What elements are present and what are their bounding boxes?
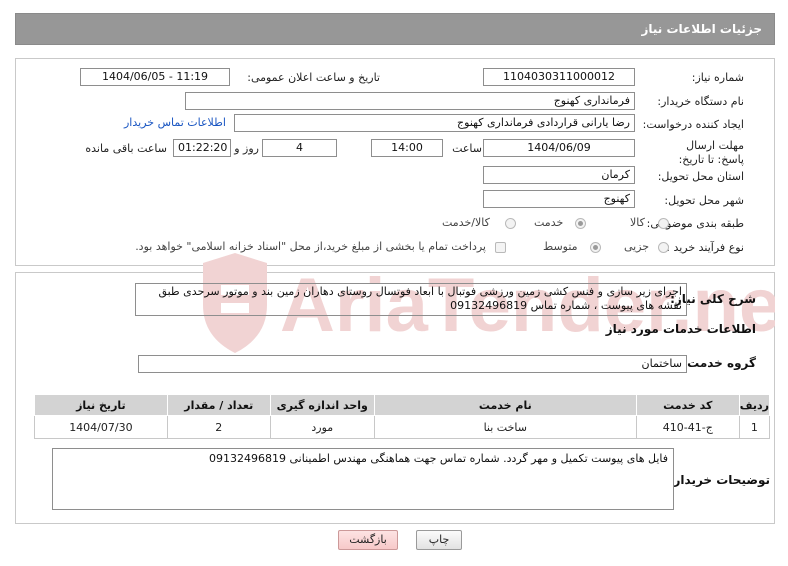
buyer-notes-label: توضیحات خریدار: <box>668 473 770 487</box>
province-field: کرمان <box>483 166 635 184</box>
description-textarea: اجرای زیر سازی و فنس کشی زمین ورزشی فوتب… <box>135 283 687 316</box>
back-button[interactable]: بازگشت <box>338 530 398 550</box>
print-button[interactable]: چاپ <box>416 530 462 550</box>
cell-service-code: ج-41-410 <box>635 415 740 439</box>
services-table: ردیف کد خدمت نام خدمت واحد اندازه گیری ت… <box>34 394 771 439</box>
treasury-note: پرداخت تمام یا بخشی از مبلغ خرید،از محل … <box>135 240 486 253</box>
remaining-label: ساعت باقی مانده <box>85 142 167 155</box>
days-label: روز و <box>234 142 259 155</box>
service-group-label: گروه خدمت: <box>682 356 756 370</box>
service-group-field: ساختمان <box>138 355 687 373</box>
buyer-org-label: نام دستگاه خریدار: <box>657 95 744 108</box>
col-service-name: نام خدمت <box>373 394 637 416</box>
process-radio-minor[interactable] <box>658 242 669 253</box>
page-header: جزئیات اطلاعات نیاز <box>15 13 775 45</box>
cell-quantity: 2 <box>166 415 271 439</box>
category-radio-goods[interactable] <box>658 218 669 229</box>
services-table-header: ردیف کد خدمت نام خدمت واحد اندازه گیری ت… <box>34 394 771 416</box>
services-section-title: اطلاعات خدمات مورد نیاز <box>605 322 756 336</box>
col-row-number: ردیف <box>738 394 771 416</box>
need-number-label: شماره نیاز: <box>691 71 744 84</box>
deadline-date-field: 1404/06/09 <box>483 139 635 157</box>
col-need-date: تاریخ نیاز <box>34 394 168 416</box>
deadline-label: مهلت ارسال پاسخ: تا تاریخ: <box>678 139 744 166</box>
category-option-service: خدمت <box>534 216 564 229</box>
announce-field: 1404/06/05 - 11:19 <box>80 68 230 86</box>
process-label: نوع فرآیند خرید : <box>666 241 744 254</box>
remaining-time-field: 01:22:20 <box>173 139 231 157</box>
days-field: 4 <box>262 139 337 157</box>
buyer-org-field: فرمانداری کهنوج <box>185 92 635 110</box>
process-radio-medium[interactable] <box>590 242 601 253</box>
table-row: 1 ج-41-410 ساخت بنا مورد 2 1404/07/30 <box>34 415 771 439</box>
category-radio-service[interactable] <box>575 218 586 229</box>
category-option-goods-service: کالا/خدمت <box>442 216 490 229</box>
contact-info-link[interactable]: اطلاعات تماس خریدار <box>124 116 226 129</box>
creator-field: رضا یارانی قراردادی فرمانداری کهنوج <box>234 114 635 132</box>
need-number-field: 1104030311000012 <box>483 68 635 86</box>
page-title: جزئیات اطلاعات نیاز <box>641 22 762 36</box>
city-field: کهنوج <box>483 190 635 208</box>
process-option-minor: جزیی <box>624 240 650 253</box>
city-label: شهر محل تحویل: <box>664 194 744 207</box>
col-unit: واحد اندازه گیری <box>269 394 375 416</box>
cell-unit: مورد <box>269 415 375 439</box>
cell-need-date: 1404/07/30 <box>34 415 168 439</box>
cell-row-number: 1 <box>738 415 771 439</box>
buyer-notes-textarea: فایل های پیوست تکمیل و مهر گردد. شماره ت… <box>52 448 674 510</box>
announce-label: تاریخ و ساعت اعلان عمومی: <box>247 71 380 84</box>
col-service-code: کد خدمت <box>635 394 740 416</box>
col-quantity: تعداد / مقدار <box>166 394 271 416</box>
process-option-medium: متوسط <box>543 240 578 253</box>
time-label: ساعت <box>452 142 482 155</box>
category-radio-goods-service[interactable] <box>505 218 516 229</box>
category-option-goods: کالا <box>630 216 645 229</box>
creator-label: ایجاد کننده درخواست: <box>642 118 744 131</box>
treasury-checkbox[interactable] <box>495 242 506 253</box>
province-label: استان محل تحویل: <box>657 170 744 183</box>
cell-service-name: ساخت بنا <box>373 415 637 439</box>
deadline-time-field: 14:00 <box>371 139 443 157</box>
